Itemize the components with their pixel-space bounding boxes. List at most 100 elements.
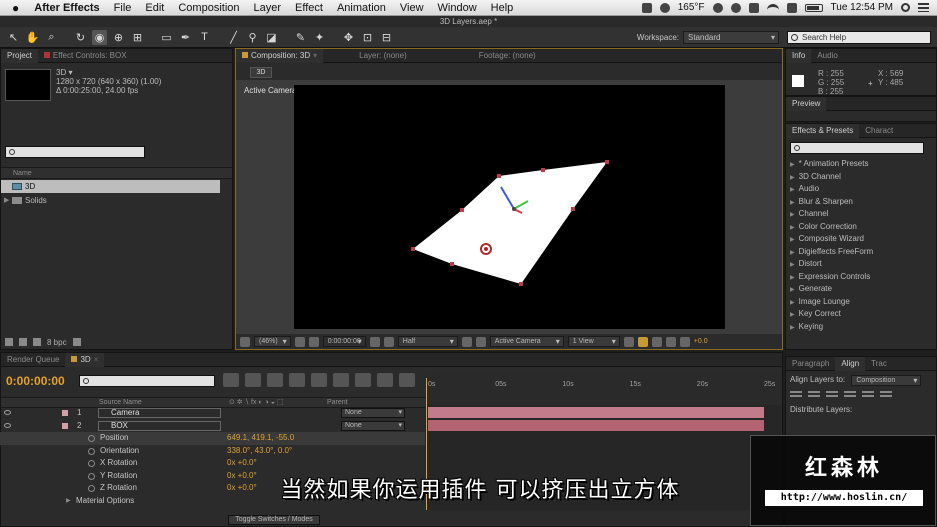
wifi-icon[interactable] bbox=[766, 3, 779, 12]
layer-name[interactable]: Camera bbox=[98, 408, 221, 418]
effects-category[interactable]: ▶ Expression Controls bbox=[786, 271, 926, 284]
motion-blur-icon[interactable] bbox=[333, 373, 349, 387]
expand-triangle-icon[interactable]: ▶ bbox=[790, 325, 795, 331]
effects-category[interactable]: ▶ Key Correct bbox=[786, 308, 926, 321]
orbit-camera-tool-icon[interactable]: ◉ bbox=[92, 29, 107, 45]
project-search-input[interactable] bbox=[5, 146, 145, 158]
tab-tracker[interactable]: Trac bbox=[865, 357, 893, 371]
rectangle-tool-icon[interactable]: ▭ bbox=[159, 30, 174, 45]
view-layout-select[interactable]: 1 View bbox=[567, 336, 620, 347]
toggle-pixel-aspect-icon[interactable] bbox=[623, 336, 634, 347]
expand-triangle-icon[interactable]: ▶ bbox=[790, 225, 795, 231]
timecode-field[interactable]: 0:00:00:00 bbox=[322, 336, 366, 347]
project-item-3d[interactable]: 3D bbox=[1, 180, 220, 193]
expand-triangle-icon[interactable]: ▶ bbox=[790, 250, 795, 256]
apple-icon[interactable]: ● bbox=[0, 1, 27, 15]
region-of-interest-icon[interactable] bbox=[308, 336, 319, 347]
time-ruler[interactable]: 0s 05s 10s 15s 20s 25s bbox=[426, 373, 782, 407]
shy-icon[interactable] bbox=[289, 373, 305, 387]
layer-row[interactable]: 2 BOX None bbox=[0, 420, 425, 432]
tab-audio[interactable]: Audio bbox=[811, 49, 843, 63]
snapshot-icon[interactable] bbox=[369, 336, 380, 347]
box-layer-bar[interactable] bbox=[428, 420, 764, 431]
exposure-value[interactable]: +0.0 bbox=[694, 338, 708, 345]
battery-icon[interactable] bbox=[804, 3, 823, 12]
stopwatch-icon[interactable] bbox=[88, 447, 95, 455]
tab-align[interactable]: Align bbox=[835, 356, 866, 371]
tab-character[interactable]: Charact bbox=[859, 124, 899, 138]
property-row[interactable]: Orientation 338.0°, 43.0°, 0.0° bbox=[0, 445, 425, 458]
property-value[interactable]: 649.1, 419.1, -55.0 bbox=[227, 432, 294, 445]
menu-window[interactable]: Window bbox=[431, 2, 484, 14]
comp-canvas[interactable] bbox=[294, 85, 725, 329]
property-value[interactable]: 0x +0.0° bbox=[227, 457, 257, 470]
fast-preview-icon[interactable] bbox=[637, 336, 648, 347]
expand-triangle-icon[interactable]: ▶ bbox=[4, 194, 9, 207]
label-color-swatch[interactable] bbox=[62, 423, 68, 429]
timeline-search-input[interactable] bbox=[79, 375, 215, 387]
zoom-tool-icon[interactable]: ⌕ bbox=[44, 30, 59, 45]
mail-icon[interactable] bbox=[641, 2, 652, 13]
effects-category[interactable]: ▶ Generate bbox=[786, 283, 926, 296]
comp-breadcrumb[interactable]: 3D bbox=[250, 67, 272, 78]
menu-view[interactable]: View bbox=[393, 2, 431, 14]
hand-tool-icon[interactable]: ✋ bbox=[25, 30, 40, 45]
visibility-eye-icon[interactable] bbox=[4, 423, 11, 428]
new-folder-icon[interactable] bbox=[19, 338, 27, 346]
expand-triangle-icon[interactable]: ▶ bbox=[790, 187, 795, 193]
type-tool-icon[interactable]: T bbox=[197, 30, 212, 45]
temperature-readout[interactable]: 165°F bbox=[678, 2, 705, 13]
resolution-select[interactable]: Half bbox=[397, 336, 458, 347]
grid-icon[interactable] bbox=[294, 336, 305, 347]
zoom-select[interactable]: (46%) bbox=[254, 336, 291, 347]
auto-keyframe-icon[interactable] bbox=[399, 373, 415, 387]
brush-tool-icon[interactable]: ╱ bbox=[226, 30, 241, 45]
parent-select[interactable]: None bbox=[341, 408, 405, 418]
tab-composition[interactable]: Composition: 3D ▾ bbox=[236, 48, 324, 63]
effects-category[interactable]: ▶ Color Correction bbox=[786, 221, 926, 234]
menu-animation[interactable]: Animation bbox=[330, 2, 393, 14]
align-hcenter-icon[interactable] bbox=[808, 391, 820, 400]
menu-layer[interactable]: Layer bbox=[247, 2, 289, 14]
expand-triangle-icon[interactable]: ▶ bbox=[790, 237, 795, 243]
roto-brush-tool-icon[interactable]: ✎ bbox=[293, 30, 308, 45]
effects-category[interactable]: ▶ Composite Wizard bbox=[786, 233, 926, 246]
puppet-pin-tool-icon[interactable]: ✦ bbox=[312, 30, 327, 45]
effects-category[interactable]: ▶ Audio bbox=[786, 183, 926, 196]
parent-select[interactable]: None bbox=[341, 421, 405, 431]
project-item-solids[interactable]: ▶ Solids bbox=[1, 194, 220, 207]
effects-category[interactable]: ▶ Channel bbox=[786, 208, 926, 221]
tab-info[interactable]: Info bbox=[786, 48, 812, 63]
effects-category[interactable]: ▶ Keying bbox=[786, 321, 926, 334]
effects-category[interactable]: ▶ Digieffects FreeForm bbox=[786, 246, 926, 259]
tab-project[interactable]: Project bbox=[1, 48, 38, 63]
expand-triangle-icon[interactable]: ▶ bbox=[790, 300, 795, 306]
visibility-eye-icon[interactable] bbox=[4, 410, 11, 415]
white-solid-layer[interactable] bbox=[413, 162, 607, 284]
tab-render-queue[interactable]: Render Queue bbox=[1, 353, 65, 367]
menu-edit[interactable]: Edit bbox=[138, 2, 171, 14]
effects-category[interactable]: ▶ Blur & Sharpen bbox=[786, 196, 926, 209]
align-bottom-icon[interactable] bbox=[880, 391, 892, 400]
align-right-icon[interactable] bbox=[826, 391, 838, 400]
layer-row[interactable]: 1 Camera None bbox=[0, 407, 425, 419]
live-update-icon[interactable] bbox=[245, 373, 261, 387]
pen-tool-icon[interactable]: ✒ bbox=[178, 30, 193, 45]
tab-layer[interactable]: Layer: (none) bbox=[353, 49, 413, 63]
volume-icon[interactable] bbox=[786, 2, 797, 13]
brainstorm-icon[interactable] bbox=[355, 373, 371, 387]
search-help-input[interactable]: Search Help bbox=[787, 30, 931, 44]
rotate-tool-icon[interactable]: ↻ bbox=[73, 30, 88, 45]
clock-icon[interactable] bbox=[712, 2, 723, 13]
bpc-label[interactable]: 8 bpc bbox=[47, 338, 67, 347]
current-time-display[interactable]: 0:00:00:00 bbox=[6, 374, 65, 388]
frame-blending-icon[interactable] bbox=[311, 373, 327, 387]
flowchart-icon[interactable] bbox=[665, 336, 676, 347]
stopwatch-icon[interactable] bbox=[88, 460, 95, 467]
trash-icon[interactable] bbox=[72, 338, 81, 346]
layer-name[interactable]: BOX bbox=[98, 421, 221, 431]
tab-effect-controls[interactable]: Effect Controls: BOX bbox=[38, 49, 133, 63]
spotlight-icon[interactable] bbox=[901, 3, 910, 12]
show-channel-icon[interactable] bbox=[383, 336, 394, 347]
timeline-icon[interactable] bbox=[651, 336, 662, 347]
